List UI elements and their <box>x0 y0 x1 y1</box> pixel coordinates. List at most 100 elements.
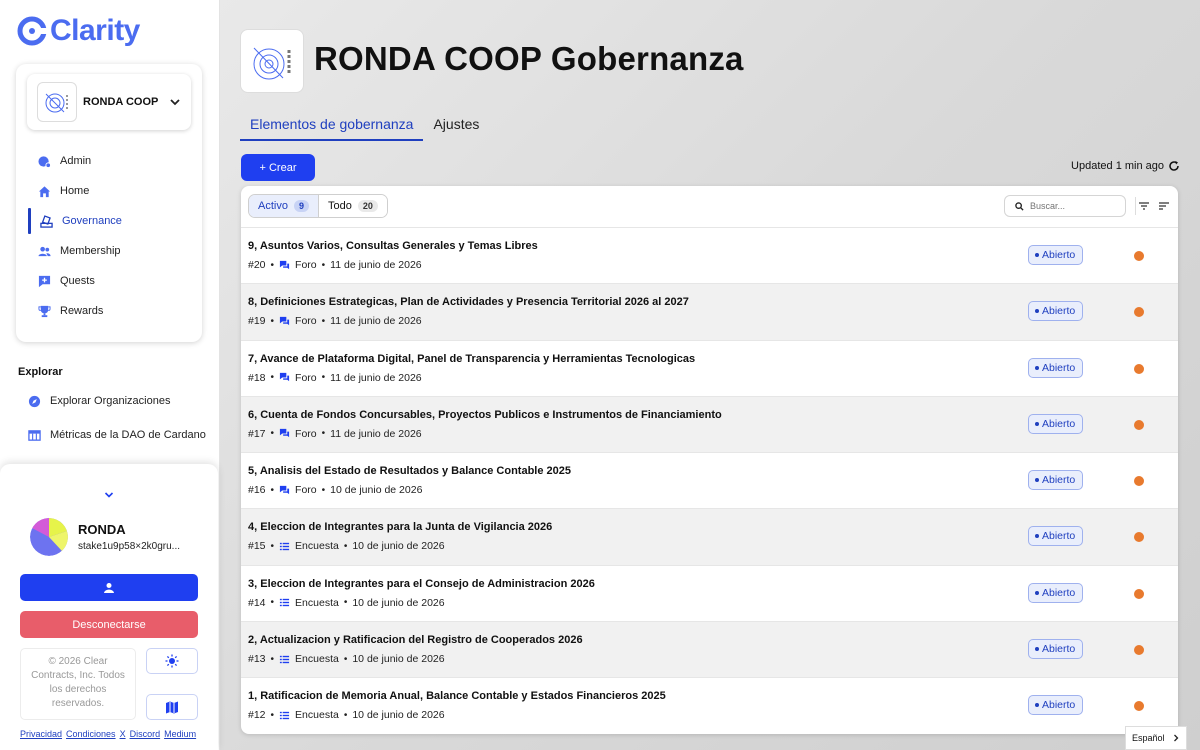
separator-dot: • <box>270 709 275 721</box>
tab-settings[interactable]: Ajustes <box>423 110 489 141</box>
x-link[interactable]: X <box>120 729 126 739</box>
filter-count: 20 <box>357 200 378 212</box>
status-dot-icon <box>1035 478 1039 483</box>
search-box[interactable] <box>1004 195 1126 217</box>
separator-dot: • <box>321 428 326 440</box>
org-card: RONDA COOP Admin Home Governance Members… <box>16 64 202 342</box>
theme-toggle-button[interactable] <box>146 648 198 674</box>
ronda-logo-icon <box>45 93 68 113</box>
sidebar-item-quests[interactable]: Quests <box>26 266 196 296</box>
proposal-date: 10 de junio de 2026 <box>352 653 445 666</box>
proposal-title: 7, Avance de Plataforma Digital, Panel d… <box>248 352 696 365</box>
logout-button[interactable]: Desconectarse <box>20 611 198 638</box>
org-name: RONDA COOP <box>83 96 159 108</box>
proposal-meta: #16 • Foro • 10 de junio de 2026 <box>248 484 422 496</box>
sidebar-item-governance[interactable]: Governance <box>26 206 196 236</box>
proposal-title: 3, Eleccion de Integrantes para el Conse… <box>248 577 595 590</box>
proposal-row[interactable]: 3, Eleccion de Integrantes para el Conse… <box>241 564 1178 621</box>
sidebar-item-home[interactable]: Home <box>26 176 196 206</box>
status-label: Abierto <box>1042 417 1076 430</box>
separator-dot: • <box>343 597 348 609</box>
chevron-down-icon[interactable] <box>102 488 116 502</box>
sidebar-item-admin[interactable]: Admin <box>26 146 196 176</box>
proposal-row[interactable]: 5, Analisis del Estado de Resultados y B… <box>241 452 1178 508</box>
proposal-row[interactable]: 7, Avance de Plataforma Digital, Panel d… <box>241 339 1178 396</box>
language-selector[interactable]: Español <box>1125 726 1187 750</box>
refresh-icon <box>1169 161 1179 171</box>
proposal-title: 9, Asuntos Varios, Consultas Generales y… <box>248 240 538 252</box>
proposal-type: Encuesta <box>295 596 339 609</box>
sun-icon <box>165 654 179 668</box>
activity-indicator <box>1134 532 1144 543</box>
ronda-logo-icon <box>253 47 291 80</box>
status-badge: Abierto <box>1028 301 1084 322</box>
filter-label: Activo <box>258 200 288 212</box>
status-dot-icon <box>1035 590 1039 595</box>
proposal-id: #20 <box>248 259 266 271</box>
proposal-date: 11 de junio de 2026 <box>330 315 422 328</box>
sort-icon[interactable] <box>1158 200 1170 212</box>
proposal-row[interactable]: 2, Actualizacion y Ratificacion del Regi… <box>241 621 1178 678</box>
proposal-id: #17 <box>248 427 266 440</box>
status-dot-icon <box>1035 365 1039 370</box>
proposal-id: #18 <box>248 371 266 384</box>
status-label: Abierto <box>1042 474 1076 487</box>
proposal-row[interactable]: 4, Eleccion de Integrantes para la Junta… <box>241 508 1178 565</box>
tab-governance-elements[interactable]: Elementos de gobernanza <box>240 110 424 141</box>
filter-all[interactable]: Todo 20 <box>318 195 387 217</box>
sidebar-item-rewards[interactable]: Rewards <box>26 296 196 326</box>
updated-status[interactable]: Updated 1 min ago <box>1071 160 1180 172</box>
proposal-row[interactable]: 1, Ratificacion de Memoria Anual, Balanc… <box>241 677 1178 733</box>
app-name: Clarity <box>50 14 140 47</box>
docs-button[interactable] <box>146 694 198 720</box>
proposal-row[interactable]: 8, Definiciones Estrategicas, Plan de Ac… <box>241 283 1178 340</box>
filter-label: Todo <box>327 200 352 212</box>
filter-active[interactable]: Activo 9 <box>249 195 319 217</box>
proposal-row[interactable]: 6, Cuenta de Fondos Concursables, Proyec… <box>241 395 1178 453</box>
status-dot-icon <box>1035 534 1039 539</box>
terms-link[interactable]: Condiciones <box>66 729 116 739</box>
stake-address: stake1u9p58×2k0gru... <box>78 541 181 552</box>
status-badge: Abierto <box>1028 357 1084 378</box>
cardano-dao-metrics-link[interactable]: Métricas de la DAO de Cardano <box>28 428 208 443</box>
clarity-logo-icon <box>17 16 48 46</box>
sidebar-item-label: Governance <box>62 215 122 227</box>
filter-icon[interactable] <box>1138 200 1150 212</box>
privacy-link[interactable]: Privacidad <box>20 729 62 739</box>
discord-link[interactable]: Discord <box>130 729 161 739</box>
profile-button[interactable] <box>20 574 198 601</box>
proposal-date: 10 de junio de 2026 <box>352 540 445 553</box>
proposal-type: Encuesta <box>295 653 339 666</box>
proposal-meta: #13 • Encuesta • 10 de junio de 2026 <box>248 653 445 665</box>
proposal-id: #12 <box>248 709 266 722</box>
app-logo[interactable]: Clarity <box>16 14 140 48</box>
sidebar-nav: Admin Home Governance Membership Quests … <box>26 146 196 326</box>
sidebar-item-membership[interactable]: Membership <box>26 236 196 266</box>
sidebar-item-label: Quests <box>60 275 95 287</box>
proposal-title: 4, Eleccion de Integrantes para la Junta… <box>248 521 553 534</box>
medium-link[interactable]: Medium <box>164 729 196 739</box>
separator-dot: • <box>343 709 348 721</box>
compass-icon <box>28 395 41 408</box>
proposal-date: 10 de junio de 2026 <box>330 484 423 497</box>
status-badge: Abierto <box>1028 526 1084 547</box>
proposal-meta: #15 • Encuesta • 10 de junio de 2026 <box>248 540 445 552</box>
proposal-type: Foro <box>295 371 317 384</box>
activity-indicator <box>1134 645 1144 656</box>
explore-organizations-link[interactable]: Explorar Organizaciones <box>28 394 208 409</box>
proposal-type: Foro <box>295 427 317 440</box>
separator-dot: • <box>343 540 348 552</box>
proposal-title: 1, Ratificacion de Memoria Anual, Balanc… <box>248 690 666 703</box>
proposal-date: 10 de junio de 2026 <box>352 596 445 609</box>
search-input[interactable] <box>1030 201 1120 211</box>
org-selector[interactable]: RONDA COOP <box>27 74 191 130</box>
proposal-row[interactable]: 9, Asuntos Varios, Consultas Generales y… <box>241 227 1178 283</box>
create-button[interactable]: + Crear <box>241 154 315 181</box>
poll-list-icon <box>279 599 290 607</box>
status-label: Abierto <box>1042 305 1076 318</box>
toolbar-divider <box>1135 197 1136 215</box>
sidebar: Clarity RONDA COOP Admin Home Governance… <box>0 0 220 750</box>
poll-list-icon <box>279 655 290 663</box>
poll-list-icon <box>279 542 290 551</box>
activity-indicator <box>1134 419 1144 430</box>
